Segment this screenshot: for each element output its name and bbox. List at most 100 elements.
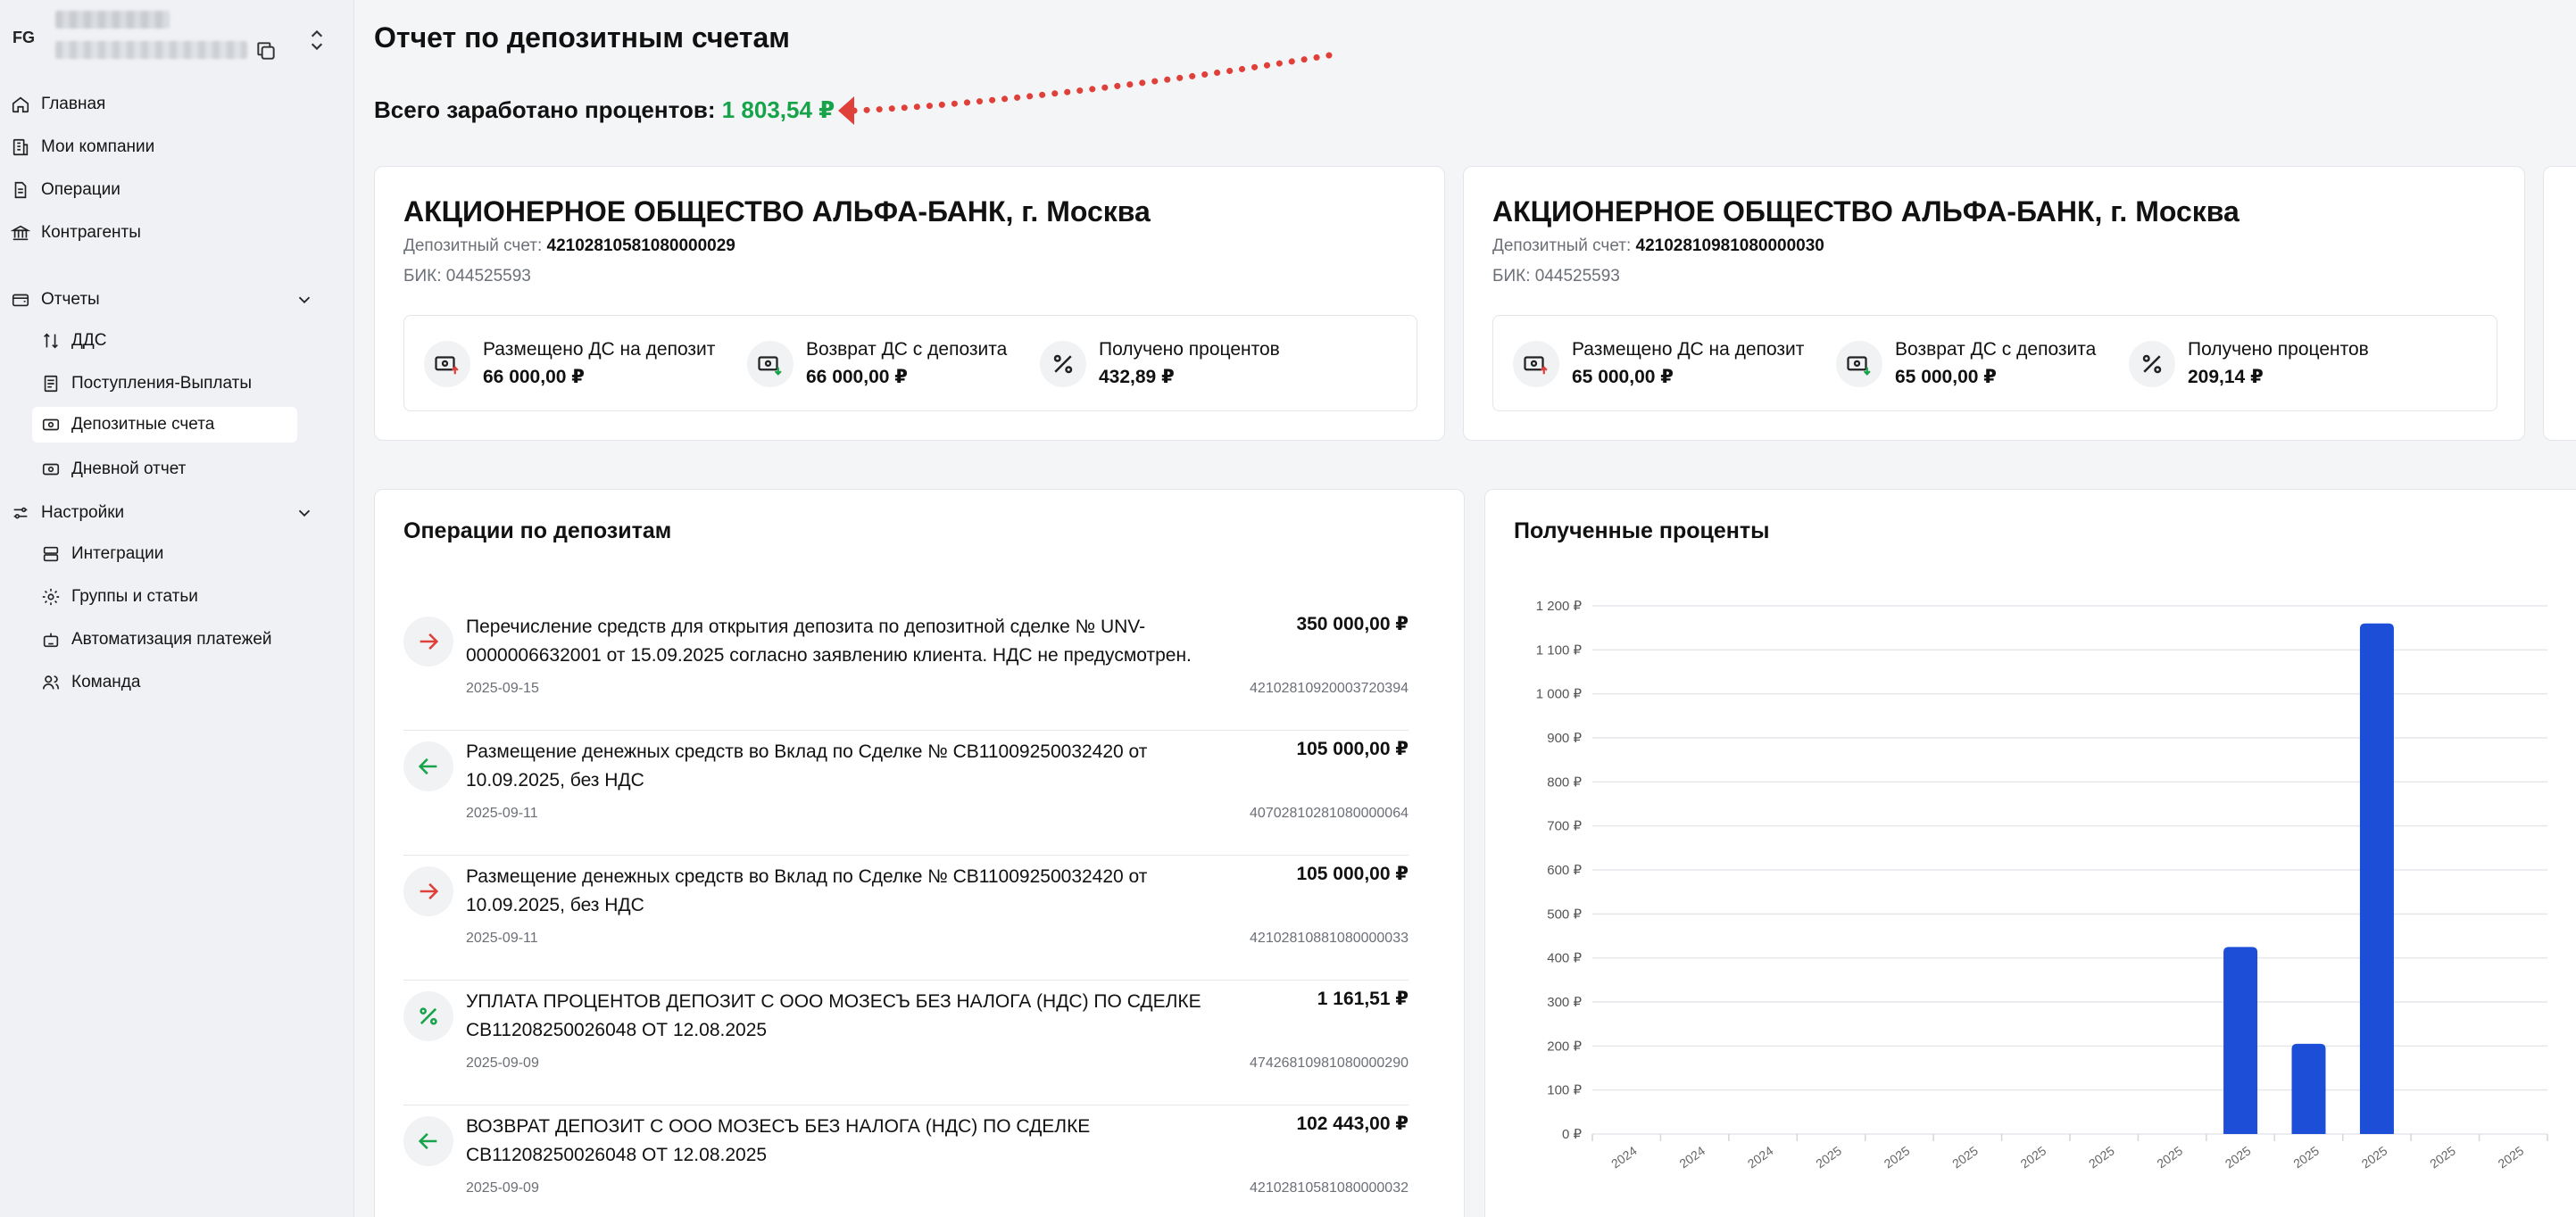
chevron-down-icon[interactable] [295, 290, 314, 310]
sliders-icon [13, 507, 28, 519]
sidebar: FG Главная Мои компании Операции Контраг… [0, 0, 354, 1217]
sidebar-item-label: Интеграции [71, 544, 164, 563]
operation-date: 2025-09-09 [466, 1180, 539, 1196]
y-tick-label: 700 ₽ [1547, 819, 1582, 834]
page-title: Отчет по депозитным счетам [374, 21, 790, 54]
sidebar-item-operations[interactable]: Операции [11, 172, 296, 208]
sidebar-item-dds[interactable]: ДДС [41, 323, 296, 359]
sidebar-group-reports[interactable]: Отчеты [11, 282, 314, 318]
sidebar-item-label: Команда [71, 673, 141, 691]
operation-description: ВОЗВРАТ ДЕПОЗИТ С ООО МОЗЕСЪ БЕЗ НАЛОГА … [466, 1116, 1091, 1165]
y-tick-label: 0 ₽ [1562, 1127, 1583, 1142]
banknote-icon [42, 418, 60, 431]
sidebar-item-payment-automation[interactable]: Автоматизация платежей [41, 622, 309, 658]
y-tick-label: 900 ₽ [1547, 731, 1582, 746]
stat-value: 209,14 ₽ [2188, 367, 2264, 387]
sidebar-item-label: Депозитные счета [71, 415, 215, 434]
operation-row[interactable]: УПЛАТА ПРОЦЕНТОВ ДЕПОЗИТ С ООО МОЗЕСЪ БЕ… [403, 981, 1408, 1105]
operation-date: 2025-09-11 [466, 931, 538, 946]
operation-amount: 102 443,00 ₽ [1296, 1114, 1408, 1134]
x-tick-label: 2025 [1882, 1143, 1913, 1171]
deposit-account-card: АКЦИОНЕРНОЕ ОБЩЕСТВО АЛЬФА-БАНК, г. Моск… [374, 166, 1445, 441]
deposit-account-card: АКЦИОНЕРНОЕ ОБЩЕСТВО АЛЬФА-БАНК, г. Моск… [1463, 166, 2525, 441]
arrow-right-icon [420, 633, 439, 650]
operation-row[interactable]: ВОЗВРАТ ДЕПОЗИТ С ООО МОЗЕСЪ БЕЗ НАЛОГА … [403, 1105, 1408, 1217]
deposit-account-card-partial [2543, 166, 2576, 441]
operation-account: 42102810920003720394 [1250, 681, 1408, 696]
bik: БИК: 044525593 [403, 267, 531, 286]
deposit-account-number: 42102810581080000029 [546, 236, 735, 255]
server-icon [43, 546, 59, 562]
operation-description: УПЛАТА ПРОЦЕНТОВ ДЕПОЗИТ С ООО МОЗЕСЪ БЕ… [466, 991, 1201, 1040]
operation-row[interactable]: Размещение денежных средств во Вклад по … [403, 731, 1408, 856]
sidebar-item-label: Автоматизация платежей [71, 630, 272, 649]
y-tick-label: 500 ₽ [1547, 907, 1582, 922]
sidebar-item-label: Мои компании [41, 137, 155, 156]
percent-icon [1053, 354, 1073, 374]
cash-up-icon [1524, 356, 1548, 375]
sidebar-item-team[interactable]: Команда [41, 665, 296, 700]
operation-account: 42102810581080000032 [1250, 1180, 1408, 1196]
bar [2291, 1043, 2326, 1134]
operation-date: 2025-09-15 [466, 681, 539, 696]
sidebar-item-daily-report[interactable]: Дневной отчет [41, 451, 296, 487]
org-id-redacted [55, 41, 247, 59]
bank-name: АКЦИОНЕРНОЕ ОБЩЕСТВО АЛЬФА-БАНК, г. Моск… [403, 195, 1151, 228]
x-tick-label: 2025 [2154, 1143, 2185, 1171]
operation-date: 2025-09-09 [466, 1056, 539, 1071]
x-tick-label: 2025 [2427, 1143, 2458, 1171]
sidebar-item-deposit-accounts[interactable]: Депозитные счета [32, 407, 297, 443]
total-interest: Всего заработано процентов: 1 803,54 ₽ [374, 96, 835, 124]
x-tick-label: 2025 [2086, 1143, 2117, 1171]
deposit-account: Депозитный счет: 42102810981080000030 [1492, 236, 1824, 255]
deposit-stats: Размещено ДС на депозит 65 000,00 ₽ Возв… [1492, 315, 2497, 411]
stat-value: 432,89 ₽ [1099, 367, 1175, 387]
stat-value: 65 000,00 ₽ [1572, 367, 1674, 387]
chart-title: Полученные проценты [1514, 518, 1770, 543]
operation-row[interactable]: Перечисление средств для открытия депози… [403, 606, 1408, 731]
y-tick-label: 100 ₽ [1547, 1083, 1582, 1098]
interest-chart-panel: Полученные проценты 0 ₽ 100 ₽ 200 ₽ 300 ₽ 40… [1484, 489, 2576, 1217]
cash-down-icon [758, 356, 782, 376]
percent-icon [420, 1007, 437, 1025]
operations-title: Операции по депозитам [403, 518, 672, 543]
operation-account: 47426810981080000290 [1250, 1056, 1408, 1071]
y-tick-label: 800 ₽ [1547, 774, 1582, 790]
home-icon [12, 96, 29, 113]
sidebar-item-groups-articles[interactable]: Группы и статьи [41, 579, 296, 615]
x-tick-label: 2024 [1676, 1143, 1708, 1171]
operation-row[interactable]: Размещение денежных средств во Вклад по … [403, 856, 1408, 981]
operation-account: 40702810281080000064 [1250, 806, 1408, 821]
y-tick-label: 1 100 ₽ [1536, 642, 1583, 658]
sort-arrows-icon [44, 333, 58, 349]
total-interest-label: Всего заработано процентов: [374, 96, 716, 123]
x-tick-label: 2025 [1949, 1143, 1981, 1171]
sidebar-item-companies[interactable]: Мои компании [11, 129, 296, 165]
chevron-down-icon[interactable] [295, 503, 314, 523]
sidebar-item-label: Группы и статьи [71, 587, 198, 606]
cash-down-icon [1847, 356, 1871, 376]
y-tick-label: 300 ₽ [1547, 995, 1582, 1010]
sidebar-item-label: Поступления-Выплаты [71, 374, 253, 393]
sidebar-item-label: Главная [41, 95, 106, 113]
robot-icon [43, 633, 59, 648]
sidebar-item-integrations[interactable]: Интеграции [41, 536, 296, 572]
sidebar-item-counterparties[interactable]: Контрагенты [11, 215, 296, 251]
sidebar-group-settings[interactable]: Настройки [11, 495, 314, 531]
users-icon [42, 675, 60, 690]
operation-description: Размещение денежных средств во Вклад по … [466, 741, 1148, 791]
operation-description: Размещение денежных средств во Вклад по … [466, 866, 1148, 915]
x-tick-label: 2025 [1813, 1143, 1844, 1171]
x-tick-label: 2025 [2223, 1143, 2254, 1171]
chevron-up-down-icon[interactable] [305, 27, 328, 54]
deposit-account: Депозитный счет: 42102810581080000029 [403, 236, 735, 255]
org-switcher[interactable]: FG [11, 9, 332, 66]
operation-description: Перечисление средств для открытия депози… [466, 617, 1192, 666]
sidebar-group-label: Отчеты [41, 290, 100, 309]
banknote-icon [42, 463, 60, 476]
sidebar-item-receipts-payments[interactable]: Поступления-Выплаты [41, 366, 296, 402]
sidebar-item-home[interactable]: Главная [11, 87, 296, 122]
copy-icon[interactable] [254, 39, 278, 62]
stat-value: 66 000,00 ₽ [806, 367, 908, 387]
operation-amount: 105 000,00 ₽ [1296, 864, 1408, 884]
